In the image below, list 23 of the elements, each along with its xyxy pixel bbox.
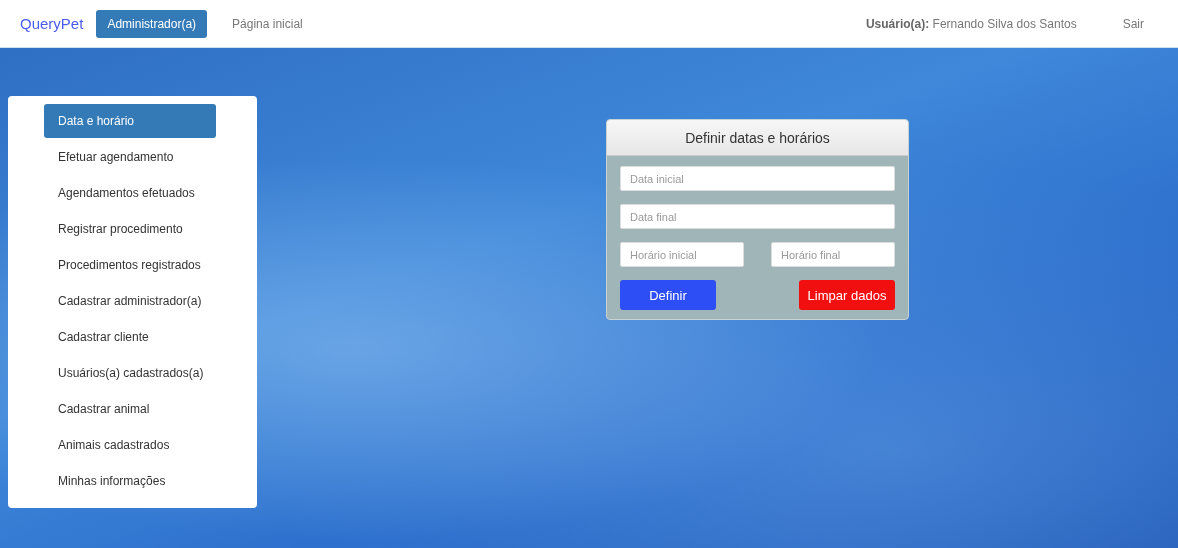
clear-button[interactable]: Limpar dados bbox=[799, 280, 895, 310]
user-label: Usuário(a): Fernando Silva dos Santos bbox=[865, 16, 1077, 31]
sidebar-item[interactable]: Cadastrar cliente bbox=[44, 320, 216, 354]
sidebar-item[interactable]: Usuários(a) cadastrados(a) bbox=[44, 356, 216, 390]
card-title: Definir datas e horários bbox=[607, 120, 908, 156]
time-field[interactable]: Horário final bbox=[771, 242, 895, 267]
sidebar-item[interactable]: Efetuar agendamento bbox=[44, 140, 216, 174]
sidebar-item[interactable]: Data e horário bbox=[44, 104, 216, 138]
logout-link[interactable]: Sair bbox=[1122, 16, 1144, 31]
date-field[interactable]: Data final bbox=[620, 204, 895, 229]
nav-tab[interactable]: Administrador(a) bbox=[96, 9, 208, 38]
submit-button[interactable]: Definir bbox=[620, 280, 716, 310]
date-field[interactable]: Data inicial bbox=[620, 166, 895, 191]
sidebar-item[interactable]: Agendamentos efetuados bbox=[44, 176, 216, 210]
sidebar-item[interactable]: Registrar procedimento bbox=[44, 212, 216, 246]
nav-tab[interactable]: Página inicial bbox=[221, 9, 314, 38]
time-field[interactable]: Horário inicial bbox=[620, 242, 744, 267]
sidebar-item[interactable]: Procedimentos registrados bbox=[44, 248, 216, 282]
brand-logo[interactable]: QueryPet bbox=[20, 15, 84, 32]
sidebar-item[interactable]: Animais cadastrados bbox=[44, 428, 216, 462]
sidebar-item[interactable]: Cadastrar administrador(a) bbox=[44, 284, 216, 318]
sidebar-item[interactable]: Minhas informações bbox=[44, 464, 216, 498]
sidebar-item[interactable]: Cadastrar animal bbox=[44, 392, 216, 426]
